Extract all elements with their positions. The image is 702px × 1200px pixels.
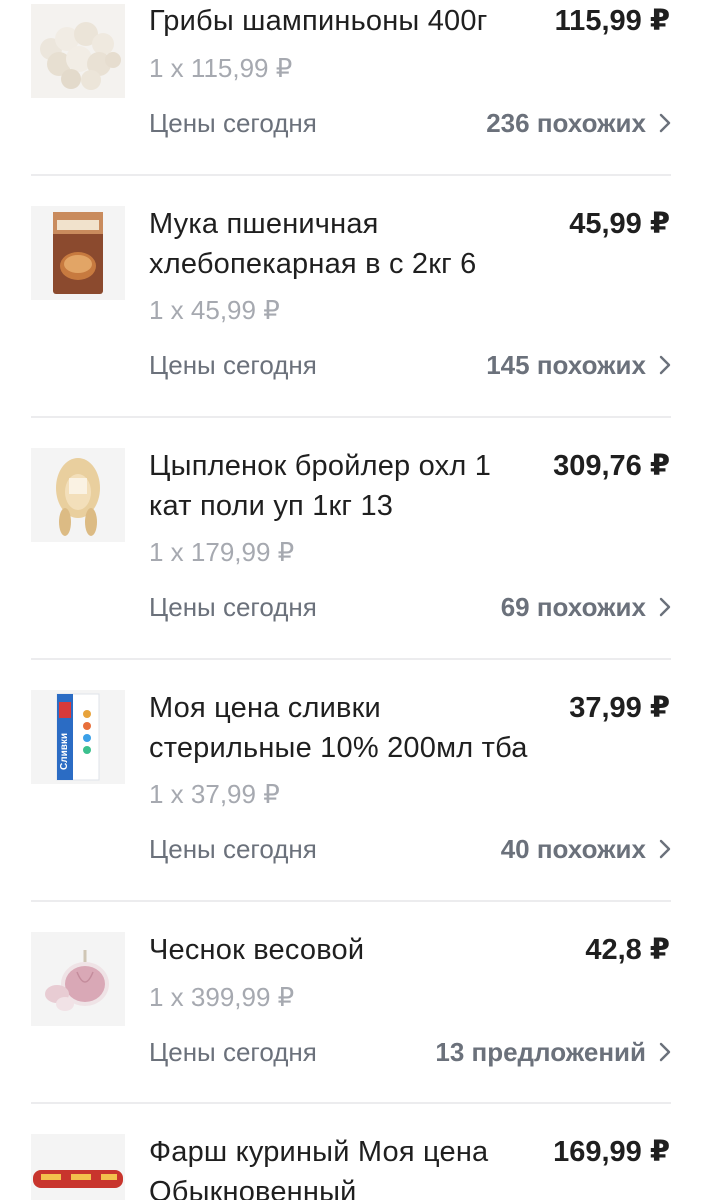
product-image: Сливки	[31, 690, 125, 784]
similar-count: 69 похожих	[500, 592, 646, 622]
similar-products-link[interactable]: 69 похожих	[501, 590, 672, 624]
similar-products-link[interactable]: 40 похожих	[501, 832, 672, 866]
product-name: Цыпленок бройлер охл 1 кат поли уп 1кг 1…	[149, 450, 492, 522]
quantity-line: 1 x 45,99 ₽	[149, 295, 280, 325]
list-item[interactable]: Чеснок весовой 42,8 ₽ 1 x 399,99 ₽ Цены …	[0, 902, 702, 1104]
list-item[interactable]: Цыпленок бройлер охл 1 кат поли уп 1кг 1…	[0, 418, 702, 660]
product-image	[31, 448, 125, 542]
prices-today-link[interactable]: Цены сегодня	[149, 832, 317, 866]
receipt-item-list: Грибы шампиньоны 400г 115,99 ₽ 1 x 115,9…	[0, 0, 702, 1200]
similar-products-link[interactable]: 13 предложений	[435, 1035, 672, 1069]
product-price: 169,99 ₽	[553, 1136, 670, 1168]
prices-today-link[interactable]: Цены сегодня	[149, 348, 317, 382]
chevron-right-icon	[658, 112, 672, 134]
product-name: Чеснок весовой	[149, 934, 365, 966]
chicken-image	[31, 448, 125, 542]
product-image	[31, 1134, 125, 1200]
chevron-right-icon	[658, 354, 672, 376]
quantity-line: 1 x 115,99 ₽	[149, 53, 293, 83]
product-name: Фарш куриный Моя цена Обыкновенный	[149, 1136, 489, 1200]
similar-count: 236 похожих	[486, 108, 646, 138]
list-item[interactable]: Фарш куриный Моя цена Обыкновенный 169,9…	[0, 1104, 702, 1200]
product-name: Моя цена сливки стерильные 10% 200мл тба	[149, 692, 528, 764]
minced-meat-image	[31, 1134, 125, 1200]
list-item[interactable]: Мука пшеничная хлебопекарная в с 2кг 6 4…	[0, 176, 702, 418]
prices-today-link[interactable]: Цены сегодня	[149, 590, 317, 624]
prices-today-link[interactable]: Цены сегодня	[149, 1035, 317, 1069]
flour-bag-image	[31, 206, 125, 300]
list-item[interactable]: Грибы шампиньоны 400г 115,99 ₽ 1 x 115,9…	[0, 0, 702, 176]
cream-carton-image: Сливки	[31, 690, 125, 784]
chevron-right-icon	[658, 596, 672, 618]
similar-count: 145 похожих	[486, 350, 646, 380]
quantity-line: 1 x 37,99 ₽	[149, 779, 280, 809]
similar-products-link[interactable]: 145 похожих	[486, 348, 672, 382]
carton-text: Сливки	[59, 733, 70, 770]
product-price: 45,99 ₽	[569, 208, 670, 240]
chevron-right-icon	[658, 838, 672, 860]
quantity-line: 1 x 179,99 ₽	[149, 537, 295, 567]
product-name: Грибы шампиньоны 400г	[149, 5, 488, 37]
product-price: 309,76 ₽	[553, 450, 670, 482]
product-name: Мука пшеничная хлебопекарная в с 2кг 6	[149, 208, 477, 280]
garlic-image	[31, 932, 125, 1026]
quantity-line: 1 x 399,99 ₽	[149, 982, 295, 1012]
similar-count: 13 предложений	[435, 1037, 646, 1067]
chevron-right-icon	[658, 1041, 672, 1063]
mushrooms-image	[31, 4, 125, 98]
product-price: 115,99 ₽	[554, 5, 670, 37]
product-image	[31, 206, 125, 300]
list-item[interactable]: Сливки Моя цена сливки стерильные 10% 20…	[0, 660, 702, 902]
product-image	[31, 4, 125, 98]
product-image	[31, 932, 125, 1026]
similar-products-link[interactable]: 236 похожих	[486, 106, 672, 140]
product-price: 42,8 ₽	[585, 934, 670, 966]
prices-today-link[interactable]: Цены сегодня	[149, 106, 317, 140]
product-price: 37,99 ₽	[569, 692, 670, 724]
similar-count: 40 похожих	[500, 834, 646, 864]
